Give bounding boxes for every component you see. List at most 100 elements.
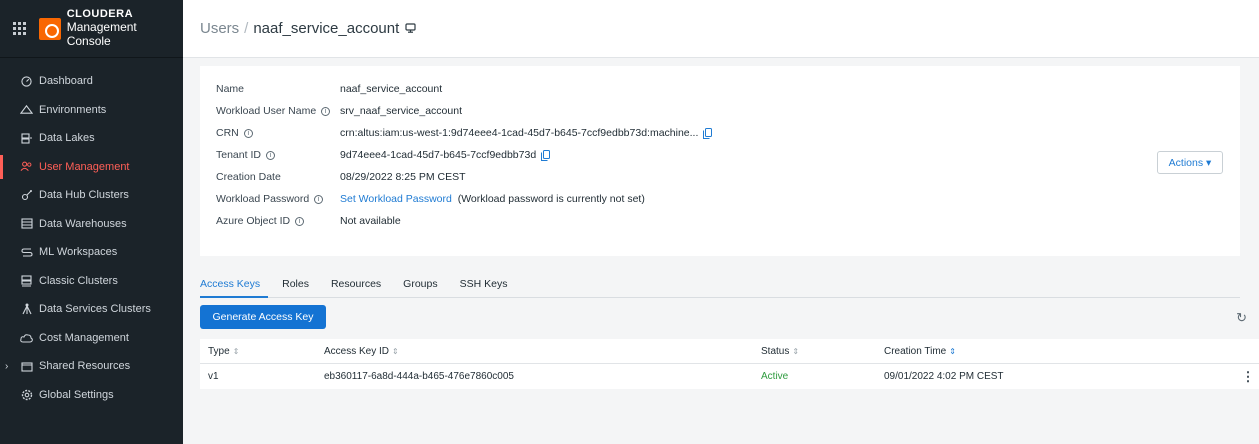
crn-value: crn:altus:iam:us-west-1:9d74eee4-1cad-45… [340,127,699,139]
classic-clusters-icon [20,274,33,287]
status-badge: Active [761,371,789,382]
detail-row-azure: Azure Object ID i Not available [216,213,401,229]
tenant-value: 9d74eee4-1cad-45d7-b645-7ccf9edbb73d [340,149,537,161]
info-icon[interactable]: i [321,106,331,116]
sort-icon: ⇕ [232,346,240,356]
warehouse-icon [20,217,33,230]
detail-label: Workload User Name i [216,105,340,117]
column-header-type[interactable]: Type ⇕ [200,346,316,357]
detail-row-creation-date: Creation Date 08/29/2022 8:25 PM CEST [216,169,466,185]
refresh-icon[interactable]: ↻ [1236,310,1247,326]
main-content: Users / naaf_service_account Name naaf_s… [183,0,1259,444]
detail-row-workload-user: Workload User Name i srv_naaf_service_acc… [216,103,462,119]
workload-password-note: (Workload password is currently not set) [457,193,645,205]
column-header-status[interactable]: Status ⇕ [753,346,876,357]
row-actions-kebab-icon[interactable]: ⋮ [1236,369,1259,385]
detail-value: naaf_service_account [340,83,443,95]
header-label: Status [761,345,790,357]
access-keys-table: Type ⇕ Access Key ID ⇕ Status ⇕ Creation Ti… [200,339,1259,389]
tab-roles[interactable]: Roles [282,270,317,298]
cloudera-logo-icon [38,17,61,40]
sidebar-item-label: Data Lakes [39,132,95,145]
cell-creation-time: 09/01/2022 4:02 PM CEST [884,371,1004,382]
user-details-panel: Name naaf_service_account Workload User … [200,66,1240,256]
sidebar-item-shared-resources[interactable]: › Shared Resources [0,352,183,381]
table-row: v1 eb360117-6a8d-444a-b465-476e7860c005 … [200,364,1259,389]
detail-value: 9d74eee4-1cad-45d7-b645-7ccf9edbb73d [340,149,551,161]
detail-label-text: Workload Password [216,193,310,205]
sidebar-item-cost-management[interactable]: Cost Management [0,324,183,353]
detail-row-workload-password: Workload Password i Set Workload Password… [216,191,645,207]
data-lakes-icon [20,132,33,145]
page-title: naaf_service_account [253,20,400,37]
dashboard-gauge-icon [20,75,33,88]
app-switcher-icon[interactable] [13,21,27,36]
sort-icon: ⇕ [392,346,399,356]
column-header-access-key-id[interactable]: Access Key ID ⇕ [316,346,753,357]
cell-access-key-id: eb360117-6a8d-444a-b465-476e7860c005 [324,371,514,382]
sidebar-item-data-services-clusters[interactable]: Data Services Clusters [0,295,183,324]
detail-value: 08/29/2022 8:25 PM CEST [340,171,466,183]
detail-value: Not available [340,215,401,227]
shared-resources-icon [20,360,33,373]
header-label: Access Key ID [324,345,390,357]
caret-down-icon: ▾ [1206,156,1212,169]
detail-label-text: Workload User Name [216,105,317,117]
sidebar-item-label: Data Services Clusters [39,303,151,316]
cost-cloud-icon [20,331,33,344]
tab-groups[interactable]: Groups [403,270,445,298]
info-icon[interactable]: i [314,194,324,204]
brand-product: Management Console [66,20,137,48]
copy-icon[interactable] [541,149,551,161]
sidebar-item-label: Data Hub Clusters [39,189,129,202]
breadcrumb-users-link[interactable]: Users [200,20,239,37]
sidebar-item-dashboard[interactable]: Dashboard [0,67,183,96]
sidebar-item-label: Cost Management [39,331,129,344]
detail-value: Set Workload Password (Workload password… [340,193,645,205]
info-icon[interactable]: i [295,216,305,226]
sidebar: CLOUDERA Management Console Dashboard En… [0,0,183,444]
sidebar-item-data-lakes[interactable]: Data Lakes [0,124,183,153]
actions-dropdown-button[interactable]: Actions ▾ [1157,151,1223,174]
sidebar-item-ml-workspaces[interactable]: ML Workspaces [0,238,183,267]
detail-label: Azure Object ID i [216,215,340,227]
info-icon[interactable]: i [243,128,253,138]
detail-row-tenant: Tenant ID i 9d74eee4-1cad-45d7-b645-7ccf9… [216,147,551,163]
sidebar-item-classic-clusters[interactable]: Classic Clusters [0,267,183,296]
detail-label: Workload Password i [216,193,340,205]
sidebar-item-label: User Management [39,160,130,173]
sidebar-item-user-management[interactable]: User Management [0,153,183,182]
header-label: Type [208,345,230,357]
sidebar-header: CLOUDERA Management Console [0,0,183,58]
sidebar-item-label: Classic Clusters [39,274,118,287]
sidebar-item-label: Global Settings [39,388,114,401]
generate-access-key-button[interactable]: Generate Access Key [200,305,326,329]
detail-row-crn: CRN i crn:altus:iam:us-west-1:9d74eee4-1c… [216,125,713,141]
sidebar-item-data-hub-clusters[interactable]: Data Hub Clusters [0,181,183,210]
detail-label-text: Tenant ID [216,149,261,161]
detail-row-name: Name naaf_service_account [216,81,442,97]
sidebar-item-environments[interactable]: Environments [0,96,183,125]
info-icon[interactable]: i [265,150,275,160]
chevron-right-icon[interactable]: › [5,361,8,372]
brand: CLOUDERA Management Console [67,8,183,48]
tab-access-keys[interactable]: Access Keys [200,270,269,298]
sidebar-item-label: Data Warehouses [39,217,127,230]
table-header: Type ⇕ Access Key ID ⇕ Status ⇕ Creation Ti… [200,339,1259,364]
cell-type: v1 [208,371,219,382]
sidebar-item-global-settings[interactable]: Global Settings [0,381,183,410]
copy-icon[interactable] [703,127,713,139]
gear-icon [20,388,33,401]
sidebar-item-data-warehouses[interactable]: Data Warehouses [0,210,183,239]
sidebar-item-label: ML Workspaces [39,246,118,259]
detail-label: Name [216,83,245,95]
detail-label: Tenant ID i [216,149,340,161]
tab-resources[interactable]: Resources [331,270,389,298]
tab-ssh-keys[interactable]: SSH Keys [460,270,516,298]
sidebar-item-label: Shared Resources [39,360,131,373]
sort-desc-icon: ⇕ [949,346,956,356]
sort-icon: ⇕ [792,346,800,356]
column-header-creation-time[interactable]: Creation Time ⇕ [876,346,1236,357]
machine-user-icon [405,20,416,37]
set-workload-password-link[interactable]: Set Workload Password [340,193,452,205]
